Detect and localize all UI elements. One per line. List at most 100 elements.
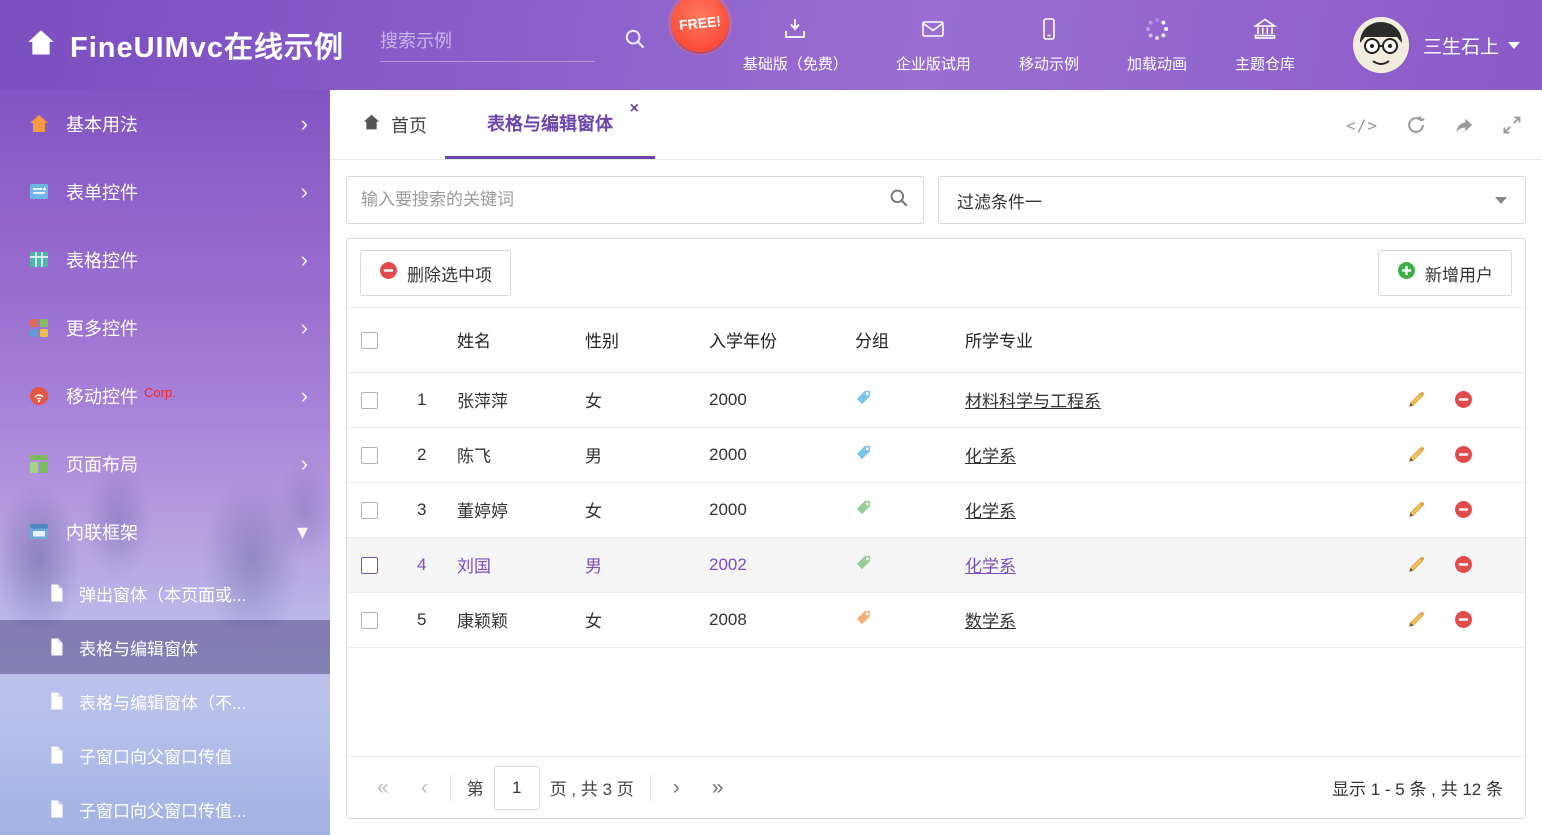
nav-item-enterprise-trial[interactable]: 企业版试用 [872, 16, 995, 74]
keyword-search-input[interactable] [361, 190, 889, 210]
expand-icon[interactable] [1502, 115, 1522, 135]
filter-dropdown[interactable]: 过滤条件一 [938, 176, 1526, 224]
column-header-actions [1407, 308, 1525, 372]
sidebar-subitem-grid-edit-window[interactable]: 表格与编辑窗体 [0, 620, 330, 674]
divider [650, 774, 651, 802]
table-row[interactable]: 5 康颖颖 女 2008 数学系 [347, 592, 1525, 647]
share-icon[interactable] [1454, 115, 1474, 135]
row-checkbox[interactable] [361, 612, 378, 629]
select-all-checkbox[interactable] [361, 332, 378, 349]
row-checkbox[interactable] [361, 502, 378, 519]
first-page-button[interactable]: « [361, 776, 405, 800]
delete-row-icon[interactable] [1454, 610, 1473, 629]
add-user-button[interactable]: 新增用户 [1378, 250, 1512, 296]
minus-circle-icon [379, 261, 398, 285]
delete-row-icon[interactable] [1454, 390, 1473, 409]
table-row-selected[interactable]: 4 刘国 男 2002 化学系 [347, 537, 1525, 592]
nav-item-mobile-demo[interactable]: 移动示例 [995, 16, 1103, 74]
tab-home[interactable]: 首页 [344, 90, 445, 159]
nav-label: 企业版试用 [896, 53, 971, 74]
record-count-summary: 显示 1 - 5 条 , 共 12 条 [1332, 775, 1511, 800]
page-label-after: 页 , 共 3 页 [550, 775, 634, 800]
row-index: 2 [399, 427, 457, 482]
cell-name: 张萍萍 [457, 372, 585, 427]
page-label-before: 第 [467, 775, 484, 800]
refresh-icon[interactable] [1406, 115, 1426, 135]
user-avatar[interactable] [1353, 17, 1409, 73]
row-checkbox[interactable] [361, 392, 378, 409]
app-brand[interactable]: FineUIMvc在线示例 [0, 24, 344, 66]
user-menu[interactable]: 三生石上 [1423, 32, 1520, 59]
table-row[interactable]: 2 陈飞 男 2000 化学系 [347, 427, 1525, 482]
page-number-input[interactable] [494, 766, 540, 810]
table-header-row: 姓名 性别 入学年份 分组 所学专业 [347, 308, 1525, 372]
next-page-button[interactable]: › [657, 776, 696, 800]
tab-label: 表格与编辑窗体 [487, 110, 613, 136]
sidebar-subitem-label: 弹出窗体（本页面或... [79, 581, 246, 606]
header-search-input[interactable] [380, 31, 612, 52]
tag-icon [855, 389, 872, 406]
delete-row-icon[interactable] [1454, 555, 1473, 574]
sidebar-item-page-layout[interactable]: 页面布局 › [0, 430, 330, 498]
edit-pencil-icon[interactable] [1407, 610, 1426, 629]
cell-name: 刘国 [457, 537, 585, 592]
major-link[interactable]: 化学系 [965, 447, 1016, 466]
blocks-icon [28, 317, 50, 339]
sidebar-item-basic-usage[interactable]: 基本用法 › [0, 90, 330, 158]
major-link[interactable]: 材料科学与工程系 [965, 392, 1101, 411]
close-icon[interactable]: × [630, 100, 639, 118]
nav-item-theme-repository[interactable]: 主题仓库 [1211, 16, 1319, 74]
sidebar-item-form-controls[interactable]: 表单控件 › [0, 158, 330, 226]
major-link[interactable]: 数学系 [965, 612, 1016, 631]
sidebar-item-inline-frame[interactable]: 内联框架 ▾ [0, 498, 330, 566]
sidebar-item-grid-controls[interactable]: 表格控件 › [0, 226, 330, 294]
sidebar-item-more-controls[interactable]: 更多控件 › [0, 294, 330, 362]
download-icon [782, 16, 808, 46]
prev-page-button[interactable]: ‹ [405, 776, 444, 800]
username: 三生石上 [1423, 32, 1499, 59]
tab-grid-edit-window[interactable]: 表格与编辑窗体 × [445, 90, 655, 159]
search-icon[interactable] [624, 28, 646, 55]
cell-year: 2000 [709, 427, 855, 482]
view-source-icon[interactable]: </> [1346, 116, 1378, 135]
sidebar-subitem-grid-edit-window-no[interactable]: 表格与编辑窗体（不... [0, 674, 330, 728]
nav-item-basic-edition[interactable]: FREE! 基础版（免费） [719, 16, 872, 74]
major-link[interactable]: 化学系 [965, 502, 1016, 521]
file-icon [48, 691, 65, 711]
edit-pencil-icon[interactable] [1407, 500, 1426, 519]
column-header-major: 所学专业 [965, 308, 1407, 372]
page-content: 过滤条件一 删除选中项 新增用户 [330, 160, 1542, 835]
search-icon[interactable] [889, 188, 909, 213]
button-label: 删除选中项 [407, 261, 492, 286]
major-link[interactable]: 化学系 [965, 557, 1016, 576]
row-checkbox[interactable] [361, 447, 378, 464]
row-checkbox[interactable] [361, 557, 378, 574]
sidebar-item-label: 表格控件 [66, 247, 138, 273]
column-header-name: 姓名 [457, 308, 585, 372]
chevron-down-icon: ▾ [297, 521, 308, 543]
sidebar-subitem-child-to-parent[interactable]: 子窗口向父窗口传值 [0, 728, 330, 782]
sidebar-subitem-popup-window[interactable]: 弹出窗体（本页面或... [0, 566, 330, 620]
edit-pencil-icon[interactable] [1407, 555, 1426, 574]
filter-row: 过滤条件一 [346, 176, 1526, 224]
row-index: 3 [399, 482, 457, 537]
sidebar-subitem-child-to-parent-2[interactable]: 子窗口向父窗口传值... [0, 782, 330, 835]
mail-icon [920, 16, 946, 46]
nav-item-loading-animation[interactable]: 加载动画 [1103, 16, 1211, 74]
delete-selected-button[interactable]: 删除选中项 [360, 250, 511, 296]
delete-row-icon[interactable] [1454, 500, 1473, 519]
table-row[interactable]: 3 董婷婷 女 2000 化学系 [347, 482, 1525, 537]
delete-row-icon[interactable] [1454, 445, 1473, 464]
row-index: 4 [399, 537, 457, 592]
nav-label: 移动示例 [1019, 53, 1079, 74]
last-page-button[interactable]: » [696, 776, 740, 800]
nav-label: 基础版（免费） [743, 53, 848, 74]
edit-pencil-icon[interactable] [1407, 445, 1426, 464]
layout-icon [28, 453, 50, 475]
sidebar-item-mobile-controls[interactable]: 移动控件 Corp. › [0, 362, 330, 430]
free-badge: FREE! [668, 0, 732, 55]
edit-pencil-icon[interactable] [1407, 390, 1426, 409]
app-title: FineUIMvc在线示例 [70, 24, 344, 66]
cell-name: 陈飞 [457, 427, 585, 482]
table-row[interactable]: 1 张萍萍 女 2000 材料科学与工程系 [347, 372, 1525, 427]
